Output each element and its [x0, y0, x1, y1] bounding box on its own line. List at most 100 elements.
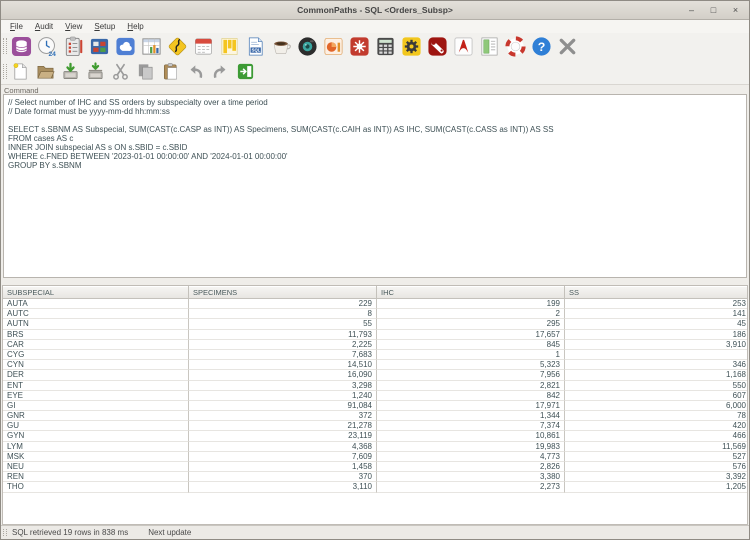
help-icon[interactable]: ? — [530, 35, 552, 57]
table-row[interactable]: GI91,08417,9716,000 — [3, 401, 747, 411]
app-window: { "window": { "title": "CommonPaths - SQ… — [0, 0, 750, 540]
toolbar-grip[interactable] — [3, 38, 7, 54]
table-row[interactable]: NEU1,4582,826576 — [3, 462, 747, 472]
table-row[interactable]: MSK7,6094,773527 — [3, 452, 747, 462]
copy-icon[interactable] — [135, 61, 156, 82]
menubar: FileAuditViewSetupHelp — [1, 20, 749, 33]
cell-value: 7,683 — [189, 350, 377, 360]
cell-value: 253 — [565, 299, 748, 309]
sql-line: // Select number of IHC and SS orders by… — [8, 98, 742, 107]
cell-value: 19,983 — [377, 442, 565, 452]
close-button[interactable]: × — [729, 1, 742, 20]
menu-audit[interactable]: Audit — [29, 21, 59, 32]
table-row[interactable]: AUTA229199253 — [3, 299, 747, 309]
table-row[interactable]: GU21,2787,374420 — [3, 421, 747, 431]
table-row[interactable]: CAR2,2258453,910 — [3, 340, 747, 350]
table-row[interactable]: EYE1,240842607 — [3, 391, 747, 401]
cell-value: 4,368 — [189, 442, 377, 452]
toolbar-main: 24 SQL? — [1, 33, 749, 59]
clock-24-icon[interactable]: 24 — [36, 35, 58, 57]
calendar-icon[interactable] — [192, 35, 214, 57]
cell-value: 2,273 — [377, 482, 565, 492]
cell-value: 7,374 — [377, 421, 565, 431]
sql-line: // Date format must be yyyy-mm-dd hh:mm:… — [8, 107, 742, 116]
sql-line: GROUP BY s.SBNM — [8, 161, 742, 170]
exit-icon[interactable] — [235, 61, 256, 82]
sql-file-icon[interactable]: SQL — [244, 35, 266, 57]
menu-setup[interactable]: Setup — [88, 21, 121, 32]
gear-icon[interactable] — [400, 35, 422, 57]
road-sign-icon[interactable] — [166, 35, 188, 57]
save-icon[interactable] — [60, 61, 81, 82]
cell-subspecial: NEU — [3, 462, 189, 472]
column-header-subspecial[interactable]: SUBSPECIAL — [3, 286, 189, 299]
lifebuoy-icon[interactable] — [504, 35, 526, 57]
wrench-icon[interactable] — [426, 35, 448, 57]
table-row[interactable]: GYN23,11910,861466 — [3, 431, 747, 441]
modules-icon[interactable] — [88, 35, 110, 57]
minimize-button[interactable]: – — [685, 1, 698, 20]
cell-subspecial: THO — [3, 482, 189, 492]
kanban-icon[interactable] — [218, 35, 240, 57]
report-icon[interactable] — [478, 35, 500, 57]
pdf-icon[interactable] — [452, 35, 474, 57]
cell-value: 229 — [189, 299, 377, 309]
camera-icon[interactable] — [296, 35, 318, 57]
menu-file[interactable]: File — [4, 21, 29, 32]
table-row[interactable]: THO3,1102,2731,205 — [3, 482, 747, 492]
cell-value: 2,225 — [189, 340, 377, 350]
cell-subspecial: ENT — [3, 381, 189, 391]
toolbar-edit — [1, 59, 749, 85]
cell-value: 527 — [565, 452, 748, 462]
cloud-icon[interactable] — [114, 35, 136, 57]
table-row[interactable]: AUTN5529545 — [3, 319, 747, 329]
cell-subspecial: MSK — [3, 452, 189, 462]
cell-value: 186 — [565, 330, 748, 340]
paste-icon[interactable] — [160, 61, 181, 82]
bug-icon[interactable] — [348, 35, 370, 57]
table-row[interactable]: GNR3721,34478 — [3, 411, 747, 421]
cell-subspecial: BRS — [3, 330, 189, 340]
table-row[interactable]: CYN14,5105,323346 — [3, 360, 747, 370]
open-icon[interactable] — [35, 61, 56, 82]
database-icon[interactable] — [10, 35, 32, 57]
column-header-ihc[interactable]: IHC — [377, 286, 565, 299]
toolbar-grip[interactable] — [3, 64, 7, 79]
cell-value: 17,971 — [377, 401, 565, 411]
column-header-specimens[interactable]: SPECIMENS — [189, 286, 377, 299]
cell-value: 2,826 — [377, 462, 565, 472]
table-row[interactable]: LYM4,36819,98311,569 — [3, 442, 747, 452]
menu-view[interactable]: View — [59, 21, 88, 32]
new-document-icon[interactable] — [10, 61, 31, 82]
table-row[interactable]: AUTC82141 — [3, 309, 747, 319]
titlebar[interactable]: CommonPaths - SQL <Orders_Subsp> – □ × — [1, 1, 749, 20]
undo-icon[interactable] — [185, 61, 206, 82]
cut-icon[interactable] — [110, 61, 131, 82]
calculator-icon[interactable] — [374, 35, 396, 57]
cell-subspecial: AUTC — [3, 309, 189, 319]
chart-icon[interactable] — [322, 35, 344, 57]
maximize-button[interactable]: □ — [707, 1, 720, 20]
table-row[interactable]: CYG7,6831 — [3, 350, 747, 360]
cell-value: 141 — [565, 309, 748, 319]
cell-value: 420 — [565, 421, 748, 431]
checklist-icon[interactable] — [62, 35, 84, 57]
cell-subspecial: AUTN — [3, 319, 189, 329]
results-header: SUBSPECIALSPECIMENSIHCSS — [3, 286, 747, 299]
column-header-ss[interactable]: SS — [565, 286, 748, 299]
table-chart-icon[interactable] — [140, 35, 162, 57]
close-icon[interactable] — [556, 35, 578, 57]
cell-value: 11,793 — [189, 330, 377, 340]
table-row[interactable]: DER16,0907,9561,168 — [3, 370, 747, 380]
coffee-icon[interactable] — [270, 35, 292, 57]
cell-value: 370 — [189, 472, 377, 482]
command-editor[interactable]: // Select number of IHC and SS orders by… — [3, 94, 747, 278]
table-row[interactable]: BRS11,79317,657186 — [3, 330, 747, 340]
svg-text:SQL: SQL — [251, 47, 260, 52]
redo-icon[interactable] — [210, 61, 231, 82]
table-row[interactable]: REN3703,3803,392 — [3, 472, 747, 482]
menu-help[interactable]: Help — [121, 21, 149, 32]
table-row[interactable]: ENT3,2982,821550 — [3, 381, 747, 391]
save-as-icon[interactable] — [85, 61, 106, 82]
cell-value: 1,240 — [189, 391, 377, 401]
